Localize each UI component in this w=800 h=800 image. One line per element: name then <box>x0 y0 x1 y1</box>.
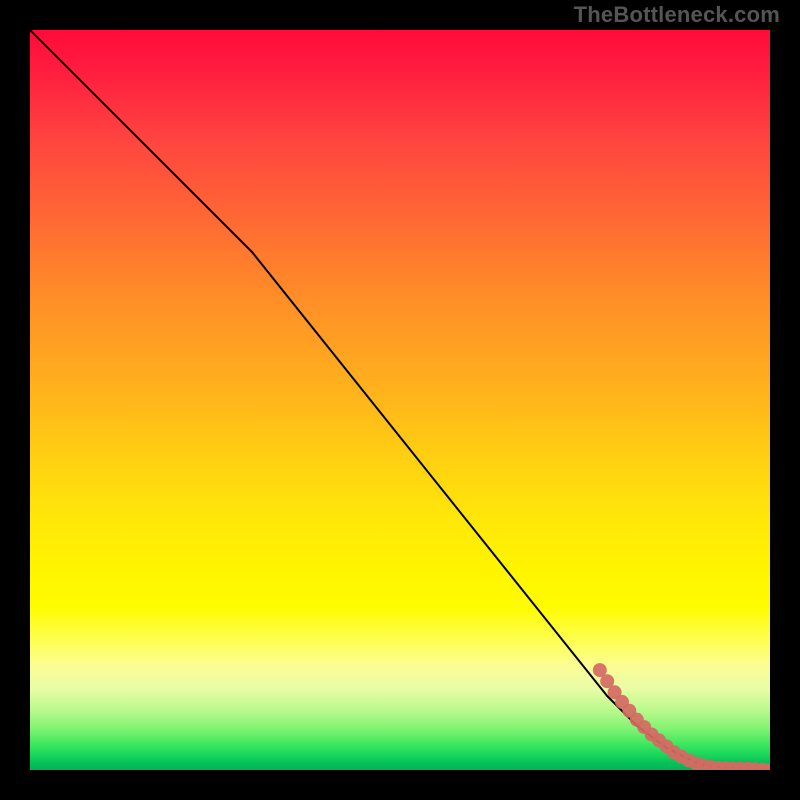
watermark-text: TheBottleneck.com <box>574 2 780 28</box>
chart-frame: TheBottleneck.com <box>0 0 800 800</box>
chart-svg <box>30 30 770 770</box>
scatter-cluster <box>593 663 770 770</box>
main-curve <box>30 30 770 770</box>
plot-area <box>30 30 770 770</box>
